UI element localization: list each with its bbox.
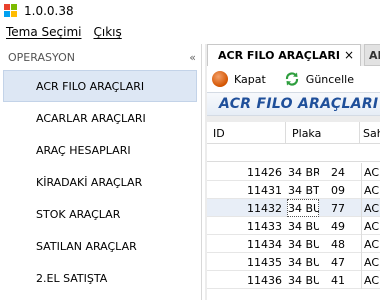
menu-exit[interactable]: Çıkış: [94, 25, 122, 39]
table-row[interactable]: 11433 34 BU 49 ACR: [207, 217, 380, 235]
sidebar-list: ACR FILO ARAÇLARI ACARLAR ARAÇLARI ARAÇ …: [0, 70, 201, 294]
sidebar-item-kiradaki-araclar[interactable]: KİRADAKİ ARAÇLAR: [0, 166, 201, 198]
data-grid: ID Plaka Sah 11426 34 BR 24 ACR 11431 34…: [207, 122, 380, 300]
cell-id: 11433: [247, 219, 282, 233]
cell-plaka-tail: 47: [331, 255, 345, 269]
sidebar-item-2el-satista[interactable]: 2.EL SATIŞTA: [0, 262, 201, 294]
column-header-id[interactable]: ID: [207, 122, 285, 144]
filter-row[interactable]: [207, 144, 380, 162]
menu-bar: Tema Seçimi Çıkış: [0, 22, 380, 42]
table-row[interactable]: 11436 34 BU 41 ACR: [207, 271, 380, 289]
main-panel: ACR FILO ARAÇLARI × AR Kapat Güncelle AC…: [205, 44, 380, 300]
sidebar-title: OPERASYON: [8, 50, 75, 64]
title-bar: 1.0.0.38: [0, 0, 380, 22]
close-button[interactable]: Kapat: [212, 71, 266, 87]
cell-sahip: ACR: [361, 181, 380, 199]
menu-theme-selection[interactable]: Tema Seçimi: [6, 25, 82, 39]
cell-sahip: ACR: [361, 199, 380, 217]
refresh-icon: [285, 72, 298, 86]
cell-sahip: ACR: [361, 163, 380, 181]
sidebar-item-acr-filo-araclari[interactable]: ACR FILO ARAÇLARI: [3, 70, 197, 102]
table-row[interactable]: 11431 34 BT 09 ACR: [207, 181, 380, 199]
window-title: 1.0.0.38: [24, 4, 74, 18]
tab-second[interactable]: AR: [364, 44, 380, 66]
cell-plaka: 34 BU: [288, 219, 319, 233]
collapse-left-icon[interactable]: «: [189, 51, 196, 64]
cell-plaka: 34 BT: [288, 183, 319, 197]
table-row[interactable]: 11435 34 BU 47 ACR: [207, 253, 380, 271]
cell-sahip: ACR: [361, 271, 380, 289]
app-logo-icon: [4, 4, 18, 18]
cell-plaka-tail: 24: [331, 165, 345, 179]
close-button-label: Kapat: [234, 72, 266, 86]
tab-acr-filo-araclari[interactable]: ACR FILO ARAÇLARI ×: [207, 44, 361, 66]
sidebar-item-stok-araclar[interactable]: STOK ARAÇLAR: [0, 198, 201, 230]
tab-label: ACR FILO ARAÇLARI: [218, 49, 340, 62]
sidebar-item-acarlar-araclari[interactable]: ACARLAR ARAÇLARI: [0, 102, 201, 134]
page-header: ACR FILO ARAÇLARI: [207, 92, 380, 116]
sidebar-item-label: ACR FILO ARAÇLARI: [36, 79, 145, 93]
cell-plaka: 34 BU: [288, 255, 319, 269]
cell-sahip: ACR: [361, 253, 380, 271]
cell-id: 11426: [247, 165, 282, 179]
cell-plaka: 34 BR: [288, 165, 319, 179]
sidebar-item-label: KİRADAKİ ARAÇLAR: [36, 175, 143, 189]
sidebar-item-label: ARAÇ HESAPLARI: [36, 143, 131, 157]
cell-sahip: ACR: [361, 235, 380, 253]
cell-id: 11434: [247, 237, 282, 251]
tab-label: AR: [369, 48, 380, 62]
cell-sahip: ACR: [361, 217, 380, 235]
column-header-sahip[interactable]: Sah: [359, 122, 380, 144]
grid-header: ID Plaka Sah: [207, 122, 380, 144]
refresh-button-label: Güncelle: [305, 72, 354, 86]
table-row-selected[interactable]: 11432 34 BU 77 ACR: [207, 199, 380, 217]
tab-strip: ACR FILO ARAÇLARI × AR: [205, 44, 380, 66]
refresh-button[interactable]: Güncelle: [284, 71, 354, 87]
sidebar-header: OPERASYON «: [0, 44, 201, 70]
cell-plaka-tail: 09: [331, 183, 345, 197]
cell-id: 11436: [247, 273, 282, 287]
cell-id: 11431: [247, 183, 282, 197]
cell-plaka-tail: 77: [331, 201, 345, 215]
cell-plaka: 34 BU: [288, 237, 319, 251]
cell-plaka-tail: 41: [331, 273, 345, 287]
toolbar: Kapat Güncelle: [207, 66, 380, 92]
table-row[interactable]: 11426 34 BR 24 ACR: [207, 163, 380, 181]
sidebar-item-label: SATILAN ARAÇLAR: [36, 239, 137, 253]
cell-plaka-tail: 48: [331, 237, 345, 251]
cell-plaka-tail: 49: [331, 219, 345, 233]
sidebar-item-satilan-araclar[interactable]: SATILAN ARAÇLAR: [0, 230, 201, 262]
cell-id: 11432: [247, 201, 282, 215]
page-title: ACR FILO ARAÇLARI: [219, 96, 379, 112]
cell-plaka: 34 BU: [287, 199, 319, 217]
close-circle-icon: [212, 71, 228, 87]
cell-plaka: 34 BU: [288, 273, 319, 287]
tab-close-icon[interactable]: ×: [344, 48, 354, 62]
sidebar-item-label: ACARLAR ARAÇLARI: [36, 111, 146, 125]
column-header-plaka[interactable]: Plaka: [285, 122, 359, 144]
sidebar-item-label: 2.EL SATIŞTA: [36, 271, 108, 285]
sidebar: OPERASYON « ACR FILO ARAÇLARI ACARLAR AR…: [0, 44, 202, 300]
sidebar-item-label: STOK ARAÇLAR: [36, 207, 121, 221]
cell-id: 11435: [247, 255, 282, 269]
sidebar-item-arac-hesaplari[interactable]: ARAÇ HESAPLARI: [0, 134, 201, 166]
table-row[interactable]: 11434 34 BU 48 ACR: [207, 235, 380, 253]
